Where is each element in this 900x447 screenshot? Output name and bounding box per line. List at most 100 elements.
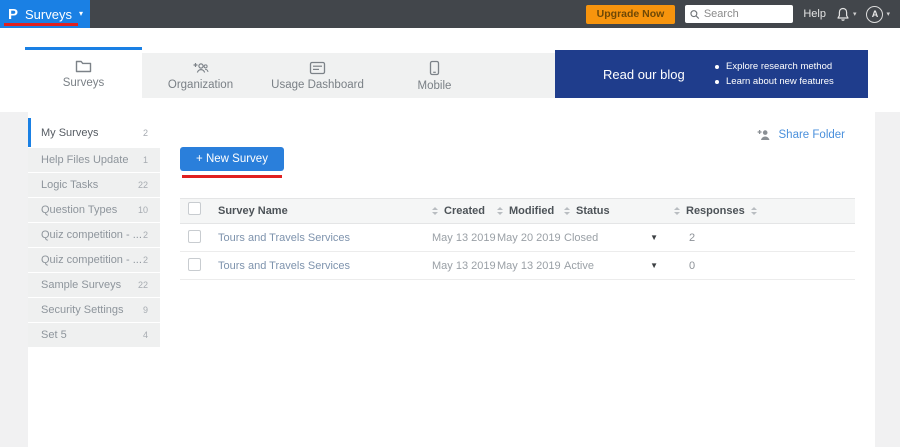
modified-date: May 20 2019	[497, 232, 564, 244]
search-icon	[690, 9, 699, 20]
row-checkbox[interactable]	[188, 230, 201, 243]
folder-label: Set 5	[41, 329, 67, 341]
tab-label: Surveys	[63, 77, 105, 89]
folder-label: Help Files Update	[41, 154, 128, 166]
product-name: Surveys	[25, 7, 72, 22]
modified-date: May 13 2019	[497, 260, 564, 272]
folder-count: 2	[143, 128, 148, 138]
tab-surveys[interactable]: Surveys	[25, 47, 142, 98]
tab-mobile[interactable]: Mobile	[376, 53, 493, 98]
chevron-down-icon: ▾	[853, 11, 857, 18]
proprofs-logo: P	[8, 7, 18, 22]
surveys-table: Survey Name Created Modified Status	[180, 198, 855, 280]
sidebar-item-help-files-update[interactable]: Help Files Update 1	[28, 148, 160, 172]
sidebar-item-quiz-competition-2[interactable]: Quiz competition - ... 2	[28, 248, 160, 272]
chevron-down-icon: ▼	[650, 234, 658, 242]
share-folder-link[interactable]: Share Folder	[757, 128, 845, 141]
product-switcher[interactable]: P Surveys ▾	[0, 0, 90, 28]
column-header-responses[interactable]: Responses	[674, 205, 752, 217]
folder-count: 2	[143, 230, 148, 240]
tab-label: Usage Dashboard	[271, 79, 364, 91]
folder-icon	[75, 59, 92, 73]
search-box[interactable]	[685, 5, 793, 23]
share-folder-icon	[757, 128, 772, 141]
status-dropdown[interactable]: Closed ▼	[564, 232, 674, 244]
upgrade-now-button[interactable]: Upgrade Now	[586, 5, 676, 24]
column-label: Survey Name	[218, 205, 288, 217]
sidebar-item-set-5[interactable]: Set 5 4	[28, 323, 160, 347]
status-value: Active	[564, 260, 594, 272]
share-folder-label: Share Folder	[779, 129, 845, 141]
annotation-underline-new-survey	[182, 175, 282, 178]
chevron-down-icon: ▾	[886, 11, 890, 18]
folder-label: My Surveys	[41, 127, 98, 139]
column-header-created[interactable]: Created	[432, 205, 497, 217]
sort-icon	[674, 207, 680, 215]
sidebar-item-security-settings[interactable]: Security Settings 9	[28, 298, 160, 322]
column-label: Status	[576, 205, 610, 217]
sort-icon	[564, 207, 570, 215]
search-input[interactable]	[704, 8, 789, 20]
folder-label: Quiz competition - ...	[41, 254, 142, 266]
survey-name-link[interactable]: Tours and Travels Services	[218, 260, 350, 272]
responses-count: 2	[674, 232, 752, 244]
survey-name-link[interactable]: Tours and Travels Services	[218, 232, 350, 244]
sidebar-item-question-types[interactable]: Question Types 10	[28, 198, 160, 222]
surveys-app-window: P Surveys ▾ Upgrade Now Help ▾	[0, 0, 900, 447]
left-gutter	[0, 112, 28, 447]
mobile-icon	[429, 60, 440, 76]
folder-count: 9	[143, 305, 148, 315]
surveys-main-panel: + New Survey Share Folder Survey Nam	[160, 112, 875, 447]
created-date: May 13 2019	[432, 232, 497, 244]
chevron-down-icon: ▼	[650, 262, 658, 270]
table-row: Tours and Travels Services May 13 2019 M…	[180, 252, 855, 280]
help-link[interactable]: Help	[803, 8, 826, 20]
status-dropdown[interactable]: Active ▼	[564, 260, 674, 272]
sidebar-item-quiz-competition-1[interactable]: Quiz competition - ... 2	[28, 223, 160, 247]
tab-label: Organization	[168, 79, 233, 91]
annotation-underline-logo	[4, 23, 78, 26]
account-menu[interactable]: A ▾	[866, 6, 890, 23]
notifications-menu[interactable]: ▾	[836, 7, 857, 22]
responses-count: 0	[674, 260, 752, 272]
blog-bullet: Explore research method	[715, 59, 834, 74]
table-row: Tours and Travels Services May 13 2019 M…	[180, 224, 855, 252]
right-gutter	[875, 112, 900, 447]
new-survey-button[interactable]: + New Survey	[180, 147, 284, 171]
folder-label: Security Settings	[41, 304, 124, 316]
folder-count: 4	[143, 330, 148, 340]
blog-banner-title: Read our blog	[555, 67, 715, 82]
sort-icon	[751, 207, 757, 215]
table-header-row: Survey Name Created Modified Status	[180, 198, 855, 224]
chevron-down-icon: ▾	[79, 10, 83, 18]
tab-organization[interactable]: Organization	[142, 53, 259, 98]
row-checkbox[interactable]	[188, 258, 201, 271]
column-label: Modified	[509, 205, 554, 217]
status-value: Closed	[564, 232, 598, 244]
sidebar-item-sample-surveys[interactable]: Sample Surveys 22	[28, 273, 160, 297]
created-date: May 13 2019	[432, 260, 497, 272]
bell-icon	[836, 7, 850, 22]
folder-label: Sample Surveys	[41, 279, 121, 291]
sidebar-item-logic-tasks[interactable]: Logic Tasks 22	[28, 173, 160, 197]
blog-bullet: Learn about new features	[715, 74, 834, 89]
tab-usage-dashboard[interactable]: Usage Dashboard	[259, 53, 376, 98]
folder-count: 2	[143, 255, 148, 265]
topbar-actions: Upgrade Now Help ▾ A ▾	[586, 5, 900, 24]
folder-label: Question Types	[41, 204, 117, 216]
add-people-icon	[192, 61, 210, 75]
column-label: Created	[444, 205, 485, 217]
sidebar-item-my-surveys[interactable]: My Surveys 2	[28, 118, 160, 147]
read-our-blog-banner[interactable]: Read our blog Explore research method Le…	[555, 50, 868, 98]
tab-label: Mobile	[418, 80, 452, 92]
column-header-status[interactable]: Status	[564, 205, 674, 217]
folder-count: 10	[138, 205, 148, 215]
column-label: Responses	[686, 205, 745, 217]
column-header-modified[interactable]: Modified	[497, 205, 564, 217]
folder-count: 1	[143, 155, 148, 165]
folder-label: Logic Tasks	[41, 179, 98, 191]
select-all-checkbox[interactable]	[188, 202, 201, 215]
column-header-survey-name[interactable]: Survey Name	[218, 205, 432, 217]
folder-count: 22	[138, 180, 148, 190]
content-area: My Surveys 2 Help Files Update 1 Logic T…	[0, 112, 900, 447]
